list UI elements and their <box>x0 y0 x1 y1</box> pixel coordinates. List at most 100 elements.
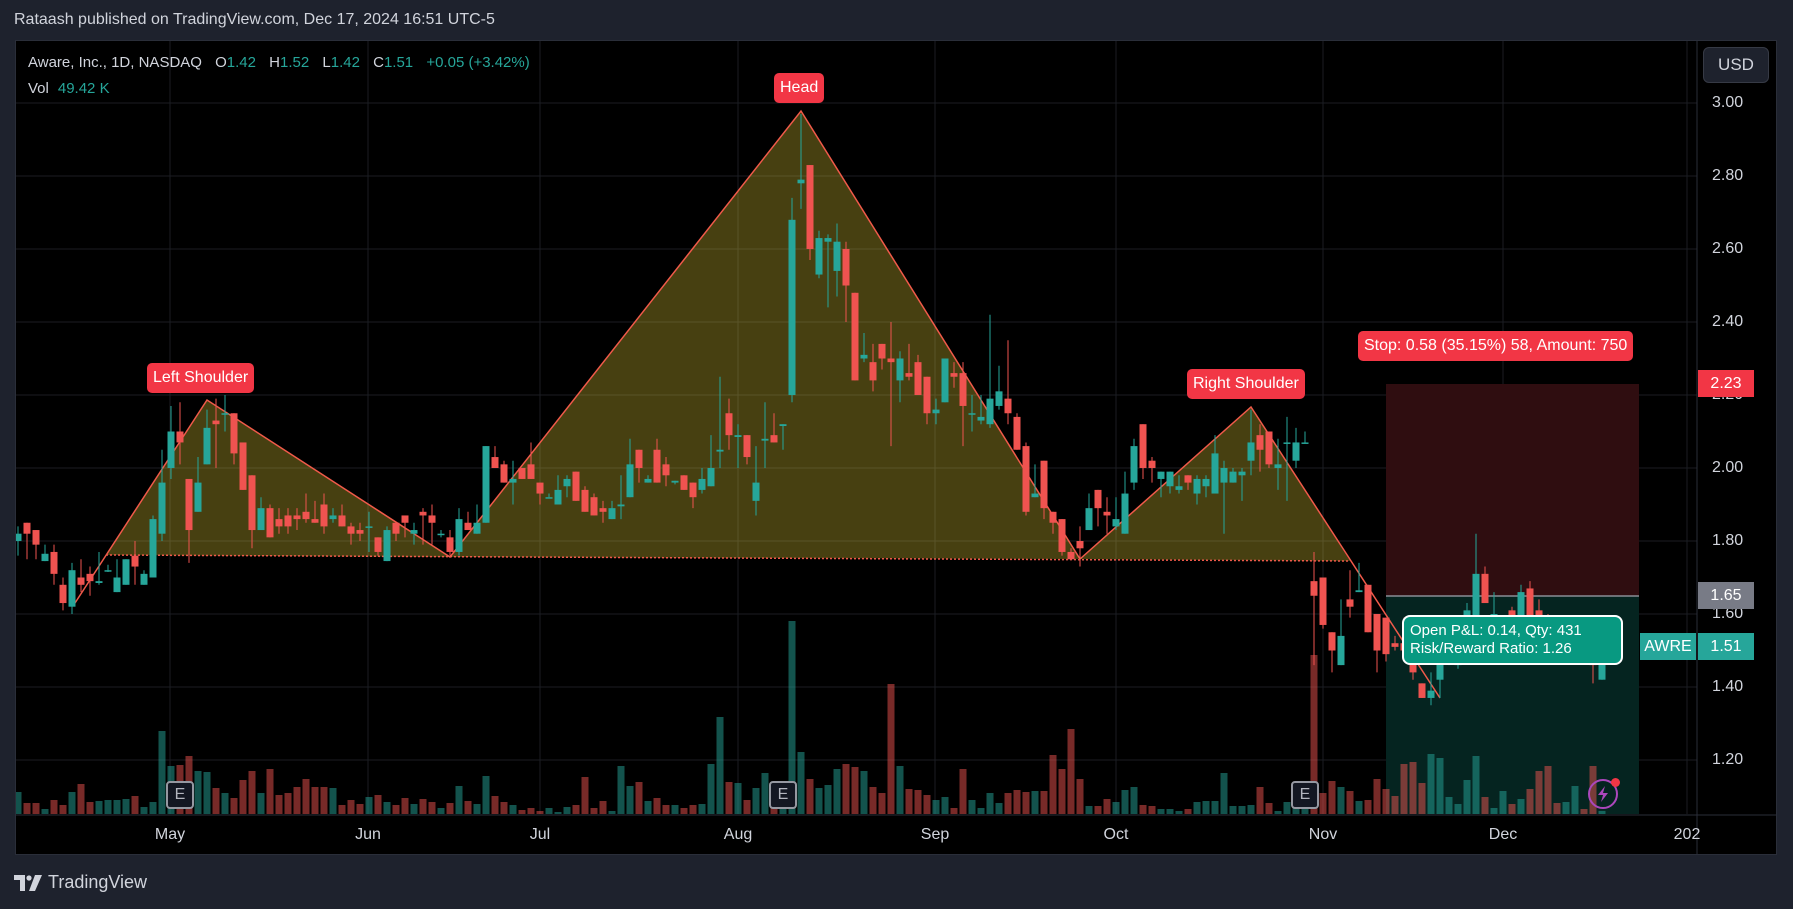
candle[interactable] <box>482 446 490 523</box>
left-shoulder-label[interactable]: Left Shoulder <box>147 363 255 393</box>
candle-body <box>374 537 382 552</box>
candle[interactable] <box>59 577 67 611</box>
volume-bar <box>1328 781 1336 814</box>
candle[interactable] <box>806 165 814 260</box>
candle[interactable] <box>32 530 40 560</box>
stop-loss-zone[interactable] <box>1386 384 1639 596</box>
volume-bar <box>806 779 814 814</box>
candle[interactable] <box>995 365 1003 410</box>
candle-body <box>473 522 481 534</box>
candle-body <box>401 515 409 523</box>
candle[interactable] <box>1328 632 1336 673</box>
candle[interactable] <box>1139 424 1147 479</box>
change-value: +0.05 (+3.42%) <box>426 54 530 71</box>
volume-bar <box>824 785 832 814</box>
candle[interactable] <box>122 559 130 585</box>
candle[interactable] <box>941 358 949 403</box>
candle[interactable] <box>680 475 688 490</box>
candle-body <box>239 442 247 490</box>
candle-body <box>149 519 157 578</box>
price-chart[interactable] <box>0 0 1793 909</box>
candle[interactable] <box>68 562 76 614</box>
earnings-event-icon[interactable]: E <box>1291 781 1319 809</box>
candle[interactable] <box>1418 683 1426 698</box>
candle-body <box>1094 489 1102 509</box>
candle[interactable] <box>1364 584 1372 633</box>
candle[interactable] <box>572 471 580 501</box>
candle[interactable] <box>239 442 247 490</box>
position-pnl-box[interactable]: Open P&L: 0.14, Qty: 431 Risk/Reward Rat… <box>1402 615 1623 665</box>
candle[interactable] <box>266 504 274 538</box>
candle[interactable] <box>1130 438 1138 490</box>
volume-bar <box>212 788 220 814</box>
candle[interactable] <box>1310 551 1318 666</box>
candle-body <box>1247 442 1255 461</box>
candle[interactable] <box>1058 519 1066 556</box>
candle[interactable] <box>1121 471 1129 534</box>
volume-bar <box>617 766 625 814</box>
currency-button[interactable]: USD <box>1703 47 1769 83</box>
earnings-event-icon[interactable]: E <box>769 781 797 809</box>
candle[interactable] <box>1112 497 1120 531</box>
candle[interactable] <box>464 511 472 531</box>
candle-body <box>347 526 355 534</box>
candle[interactable] <box>437 530 445 538</box>
candle[interactable] <box>518 468 526 479</box>
candle[interactable] <box>1337 599 1345 666</box>
candle[interactable] <box>104 564 112 573</box>
candle-body <box>1031 493 1039 498</box>
candle[interactable] <box>95 551 103 585</box>
candle[interactable] <box>1373 614 1381 673</box>
candle[interactable] <box>581 486 589 512</box>
candle[interactable] <box>446 530 454 556</box>
volume-bar <box>293 787 301 814</box>
candle[interactable] <box>15 526 22 556</box>
candle-body <box>230 413 238 454</box>
candle[interactable] <box>1004 340 1012 425</box>
candle[interactable] <box>851 292 859 381</box>
open-value: 1.42 <box>226 54 256 71</box>
right-shoulder-label[interactable]: Right Shoulder <box>1187 369 1305 399</box>
lightning-event-icon[interactable] <box>1588 778 1620 809</box>
candle[interactable] <box>1148 457 1156 483</box>
candle[interactable] <box>455 508 463 556</box>
stop-label[interactable]: Stop: 0.58 (35.15%) 58, Amount: 750 <box>1358 331 1634 361</box>
candle[interactable] <box>788 197 796 403</box>
candle[interactable] <box>500 460 508 483</box>
time-tick-label: Nov <box>1308 826 1338 843</box>
candle[interactable] <box>113 559 121 593</box>
candle[interactable] <box>986 314 994 428</box>
candle[interactable] <box>1094 489 1102 527</box>
candle[interactable] <box>1013 413 1021 450</box>
candle[interactable] <box>491 446 499 468</box>
earnings-event-icon[interactable]: E <box>166 781 194 809</box>
candle[interactable] <box>41 544 49 562</box>
candle[interactable] <box>1292 427 1300 468</box>
candle[interactable] <box>149 515 157 578</box>
candle[interactable] <box>1103 497 1111 534</box>
candle[interactable] <box>1085 493 1093 531</box>
candle[interactable] <box>1346 570 1354 618</box>
candle-body <box>284 515 292 527</box>
candle[interactable] <box>1022 442 1030 516</box>
candle[interactable] <box>1076 526 1084 567</box>
candle[interactable] <box>77 559 85 593</box>
candle[interactable] <box>140 570 148 585</box>
head-label[interactable]: Head <box>774 73 825 103</box>
candle-body <box>365 526 373 528</box>
volume-bar <box>950 808 958 814</box>
candle[interactable] <box>158 449 166 541</box>
candle[interactable] <box>1301 431 1309 444</box>
candle[interactable] <box>167 405 175 479</box>
candle[interactable] <box>1265 431 1273 469</box>
candle[interactable] <box>1319 577 1327 629</box>
volume-bar <box>986 793 994 814</box>
head-and-shoulders-pattern[interactable] <box>74 109 1441 699</box>
symbol-title[interactable]: Aware, Inc., 1D, NASDAQ <box>28 54 202 71</box>
candle[interactable] <box>383 526 391 562</box>
candle[interactable] <box>86 566 94 596</box>
volume-bar <box>959 769 967 814</box>
candle[interactable] <box>428 504 436 545</box>
tradingview-logo[interactable]: TradingView <box>14 872 147 893</box>
candle[interactable] <box>50 544 58 585</box>
